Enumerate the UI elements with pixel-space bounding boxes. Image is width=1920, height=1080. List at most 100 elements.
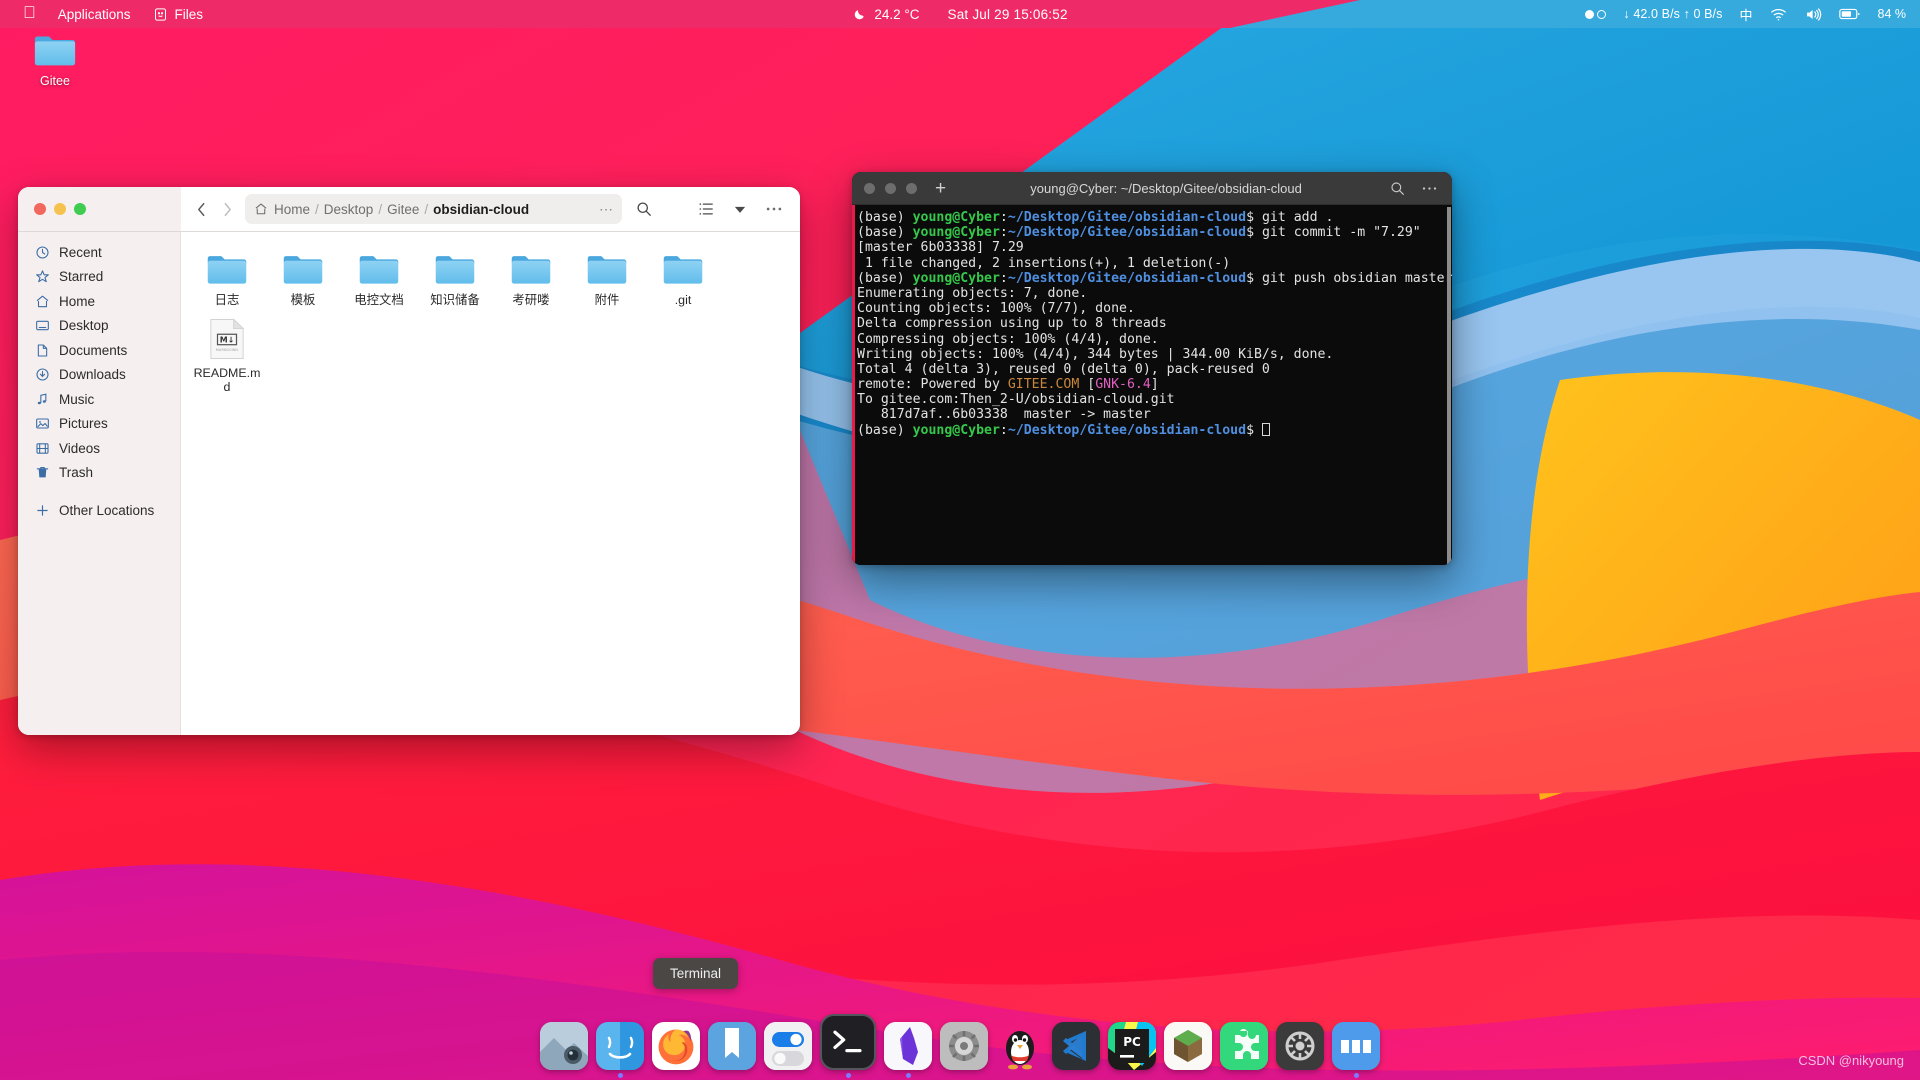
search-icon[interactable] (1386, 181, 1408, 196)
dock-item-screenshot-tool[interactable] (540, 1022, 588, 1078)
running-indicator (905, 1073, 911, 1078)
file-item[interactable]: 日志 (189, 246, 265, 313)
search-icon[interactable] (630, 195, 658, 223)
breadcrumb-item-current[interactable]: obsidian-cloud (433, 202, 529, 217)
maximize-button[interactable] (74, 203, 86, 215)
file-item[interactable]: .git (645, 246, 721, 313)
dock-item-tweaks[interactable] (1276, 1022, 1324, 1078)
sidebar-item-pictures[interactable]: Pictures (18, 412, 180, 437)
folder-icon (357, 250, 401, 288)
dock-item-system-preferences[interactable] (940, 1022, 988, 1078)
terminal-output[interactable]: (base) young@Cyber:~/Desktop/Gitee/obsid… (852, 205, 1452, 565)
sidebar-item-home[interactable]: Home (18, 289, 180, 314)
watermark-label: CSDN @nikyoung (1798, 1053, 1904, 1068)
more-options-icon[interactable] (760, 195, 788, 223)
back-button[interactable] (189, 196, 213, 222)
terminal-line: Writing objects: 100% (4/4), 344 bytes |… (857, 346, 1334, 362)
forward-button[interactable] (215, 196, 239, 222)
dock-item-vs-code[interactable] (1052, 1022, 1100, 1078)
file-name: 日志 (214, 293, 240, 307)
apple-menu-button[interactable]:  (12, 3, 47, 25)
files-menu-button[interactable]: Files (142, 3, 215, 25)
list-view-icon[interactable] (692, 195, 720, 223)
top-menu-bar:  Applications Files 24.2 °C (0, 0, 1920, 28)
sidebar-item-downloads[interactable]: Downloads (18, 363, 180, 388)
toggle-dots-icon[interactable] (1585, 9, 1607, 19)
sidebar-item-videos[interactable]: Videos (18, 436, 180, 461)
sidebar-label: Trash (59, 465, 94, 481)
terminal-line: [master 6b03338] 7.29 (857, 240, 1024, 256)
input-method-indicator[interactable]: 中 (1739, 5, 1752, 24)
sidebar-item-documents[interactable]: Documents (18, 338, 180, 363)
dock-item-package-manager[interactable] (1164, 1022, 1212, 1078)
file-item[interactable]: 知识储备 (417, 246, 493, 313)
chevron-down-icon[interactable] (726, 195, 754, 223)
file-name: README.md (193, 366, 261, 394)
sidebar-divider (18, 485, 180, 498)
dock-item-show-desktop[interactable] (1332, 1022, 1380, 1078)
wifi-icon[interactable] (1770, 7, 1787, 22)
file-item[interactable]: 电控文档 (341, 246, 417, 313)
folder-icon (205, 250, 249, 288)
terminal-scrollbar[interactable] (1447, 207, 1451, 565)
sidebar-item-starred[interactable]: Starred (18, 265, 180, 290)
breadcrumb-item-1[interactable]: Desktop (324, 202, 374, 217)
battery-icon[interactable] (1838, 7, 1861, 21)
file-item[interactable]: 附件 (569, 246, 645, 313)
sidebar-item-other-locations[interactable]: Other Locations (18, 498, 180, 523)
terminal-line: Total 4 (delta 3), reused 0 (delta 0), p… (857, 361, 1270, 377)
dock-item-terminal[interactable] (820, 1014, 876, 1078)
clock-label[interactable]: Sat Jul 29 15:06:52 (948, 7, 1068, 22)
file-item[interactable]: 考研喽 (493, 246, 569, 313)
volume-icon[interactable] (1804, 7, 1822, 22)
file-manager-window[interactable]: Home / Desktop / Gitee / obsidian-cloud … (18, 187, 800, 735)
folder-icon (281, 250, 325, 288)
breadcrumb-item-2[interactable]: Gitee (387, 202, 419, 217)
more-options-icon[interactable] (1418, 186, 1440, 191)
new-tab-button[interactable]: + (935, 179, 946, 198)
minimize-button[interactable] (885, 182, 896, 194)
folder-icon (661, 250, 705, 288)
tooltip-label: Terminal (670, 966, 722, 981)
desktop-icon-gitee[interactable]: Gitee (12, 30, 98, 88)
file-item[interactable]: M↓ MARKDOWN README.md (189, 313, 265, 400)
desktop-icon-label: Gitee (40, 74, 70, 88)
sidebar-item-music[interactable]: Music (18, 387, 180, 412)
dock-item-settings-toggles[interactable] (764, 1022, 812, 1078)
terminal-window[interactable]: + young@Cyber: ~/Desktop/Gitee/obsidian-… (852, 172, 1452, 565)
sidebar-item-desktop[interactable]: Desktop (18, 314, 180, 339)
weather-indicator[interactable]: 24.2 °C (852, 7, 920, 22)
dock-item-firefox[interactable] (652, 1022, 700, 1078)
breadcrumb-sep: / (315, 201, 319, 217)
terminal-header: + young@Cyber: ~/Desktop/Gitee/obsidian-… (852, 172, 1452, 205)
gear-icon (1276, 1022, 1324, 1070)
dock-item-obsidian-vault[interactable] (708, 1022, 756, 1078)
sidebar-item-trash[interactable]: Trash (18, 461, 180, 486)
terminal-line: (base) young@Cyber:~/Desktop/Gitee/obsid… (857, 422, 1452, 438)
applications-menu-button[interactable]: Applications (47, 3, 142, 25)
close-button[interactable] (34, 203, 46, 215)
network-speed-label[interactable]: ↓ 42.0 B/s ↑ 0 B/s (1623, 7, 1722, 21)
file-item[interactable]: 模板 (265, 246, 341, 313)
sidebar-label: Other Locations (59, 502, 155, 518)
file-manager-sidebar: Recent Starred Home Desktop Documents Do… (18, 232, 181, 735)
terminal-line: remote: Powered by GITEE.COM [GNK-6.4] (857, 377, 1159, 393)
dock-item-files[interactable] (596, 1022, 644, 1078)
download-icon (35, 367, 50, 382)
path-overflow-icon[interactable]: ⋯ (599, 201, 614, 218)
dock-item-extensions[interactable] (1220, 1022, 1268, 1078)
breadcrumb-item-0[interactable]: Home (274, 202, 310, 217)
breadcrumb-sep: / (378, 201, 383, 217)
file-manager-header: Home / Desktop / Gitee / obsidian-cloud … (18, 187, 800, 232)
dock-item-pycharm[interactable]: PC (1108, 1022, 1156, 1078)
close-button[interactable] (864, 182, 875, 194)
dock-item-qq[interactable] (996, 1022, 1044, 1078)
apple-logo-icon:  (23, 4, 36, 21)
breadcrumb[interactable]: Home / Desktop / Gitee / obsidian-cloud … (245, 194, 622, 224)
sidebar-label: Music (59, 391, 95, 407)
maximize-button[interactable] (906, 182, 917, 194)
dock-item-obsidian[interactable] (884, 1022, 932, 1078)
folder-icon (32, 30, 78, 70)
sidebar-item-recent[interactable]: Recent (18, 240, 180, 265)
minimize-button[interactable] (54, 203, 66, 215)
